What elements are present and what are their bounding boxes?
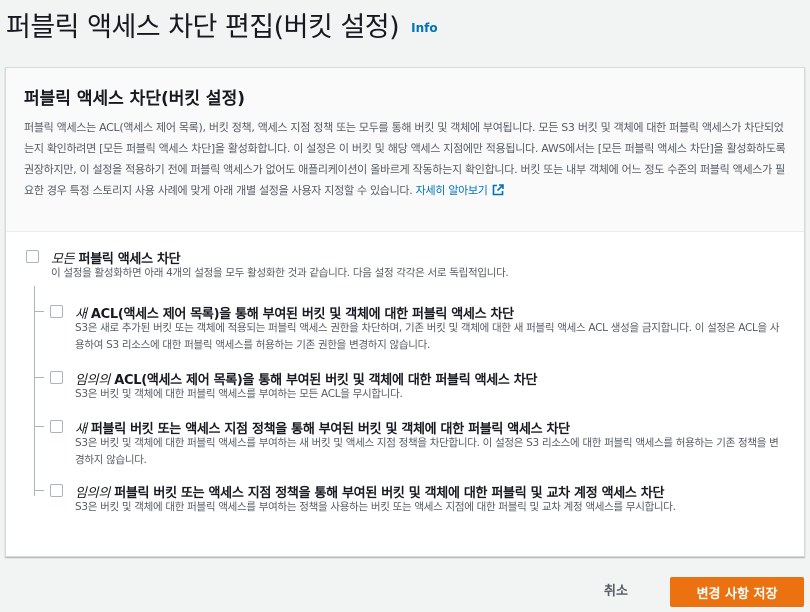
block-new-policy-checkbox[interactable] — [50, 420, 63, 433]
panel-description: 퍼블릭 액세스는 ACL(액세스 제어 목록), 버킷 정책, 액세스 지점 정… — [24, 117, 786, 201]
info-link[interactable]: Info — [411, 21, 437, 35]
block-new-policy-description: S3은 버킷 및 객체에 대한 퍼블릭 액세스를 부여하는 새 버킷 및 액세스… — [75, 437, 779, 466]
block-any-policy-description: S3은 버킷 및 객체에 대한 퍼블릭 액세스를 부여하는 정책을 사용하는 버… — [75, 501, 676, 513]
tree-connector — [34, 490, 44, 491]
block-any-acl-checkbox[interactable] — [50, 371, 63, 384]
external-link-icon — [492, 184, 504, 196]
learn-more-link[interactable]: 자세히 알아보기 — [416, 184, 504, 197]
panel-title: 퍼블릭 액세스 차단(버킷 설정) — [24, 89, 245, 109]
tree-connector — [34, 311, 44, 312]
block-all-public-access-checkbox[interactable] — [26, 250, 39, 263]
learn-more-label: 자세히 알아보기 — [415, 184, 488, 197]
cancel-button[interactable]: 취소 — [596, 578, 636, 606]
page-header: 퍼블릭 액세스 차단 편집(버킷 설정) Info — [6, 2, 438, 46]
tree-connector — [34, 426, 44, 427]
block-any-policy-checkbox[interactable] — [50, 484, 63, 497]
options-tree-line — [34, 286, 35, 496]
block-any-acl-description: S3은 버킷 및 객체에 대한 퍼블릭 액세스를 부여하는 모든 ACL을 무시… — [75, 388, 403, 400]
save-changes-button[interactable]: 변경 사항 저장 — [670, 577, 804, 607]
page-title: 퍼블릭 액세스 차단 편집(버킷 설정) — [6, 11, 400, 43]
block-new-acl-checkbox[interactable] — [50, 305, 63, 318]
panel-header: 퍼블릭 액세스 차단(버킷 설정) 퍼블릭 액세스는 ACL(액세스 제어 목록… — [6, 68, 804, 232]
tree-connector — [34, 377, 44, 378]
block-new-acl-description: S3은 새로 추가된 버킷 또는 객체에 적용되는 퍼블릭 액세스 권한을 차단… — [75, 322, 780, 351]
block-all-public-access-description: 이 설정을 활성화하면 아래 4개의 설정을 모두 활성화한 것과 같습니다. … — [51, 267, 509, 279]
panel-description-text: 퍼블릭 액세스는 ACL(액세스 제어 목록), 버킷 정책, 액세스 지점 정… — [24, 121, 786, 197]
